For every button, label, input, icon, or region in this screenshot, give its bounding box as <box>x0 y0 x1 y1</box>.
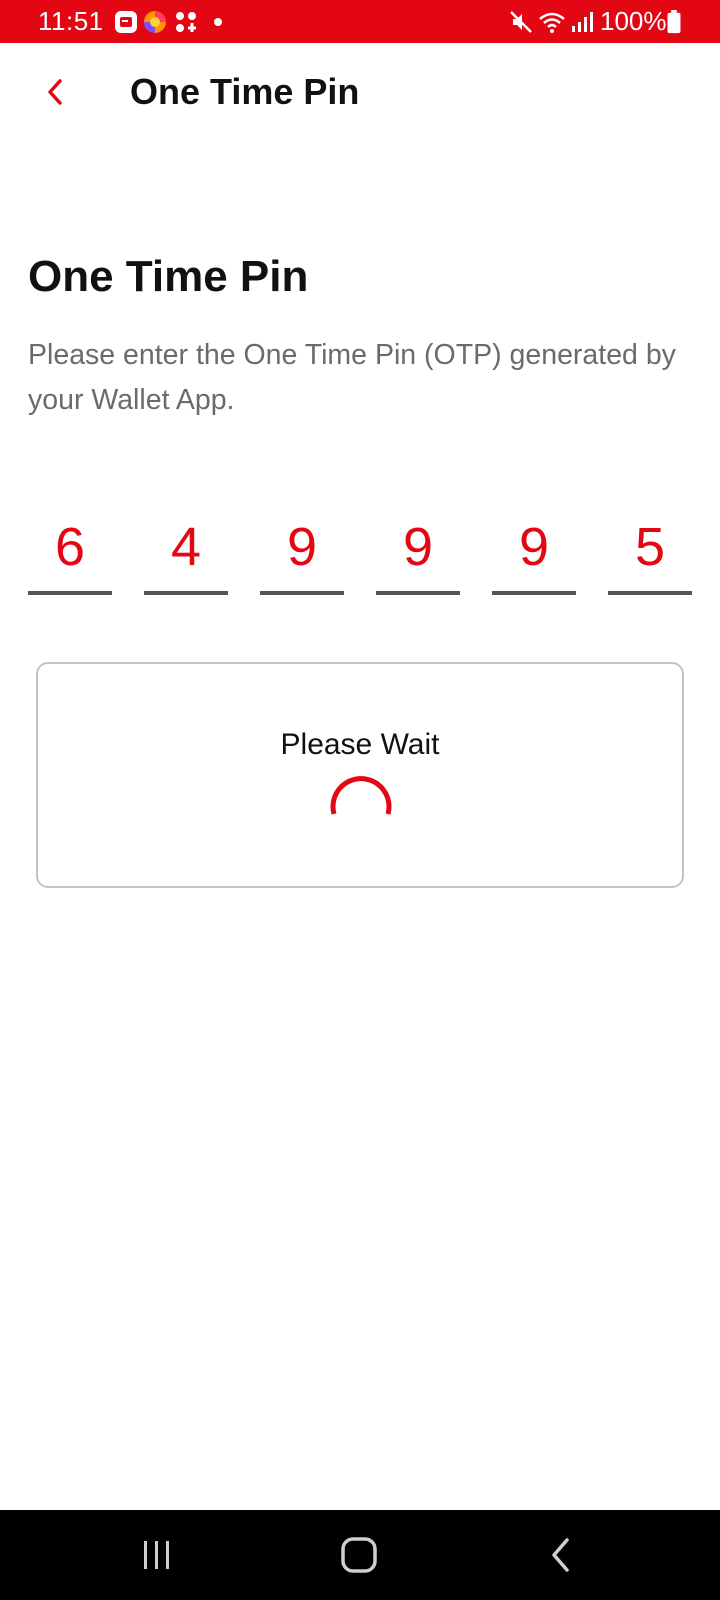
firefox-icon <box>144 11 166 33</box>
home-icon <box>341 1537 377 1573</box>
nav-back-button[interactable] <box>536 1532 586 1578</box>
wifi-icon <box>539 12 565 33</box>
page-heading: One Time Pin <box>28 252 309 301</box>
notification-app-icon <box>115 11 137 33</box>
otp-digit: 4 <box>170 517 202 577</box>
otp-description: Please enter the One Time Pin (OTP) gene… <box>28 339 676 416</box>
otp-digit: 9 <box>402 517 434 577</box>
otp-digit: 9 <box>518 517 550 577</box>
dot-icon <box>214 18 222 26</box>
mute-icon <box>510 11 532 33</box>
otp-underline <box>260 591 344 595</box>
signal-icon <box>572 12 593 32</box>
please-wait-dialog: Please Wait <box>36 662 684 888</box>
battery-icon <box>667 10 681 34</box>
otp-digit: 6 <box>54 517 86 577</box>
otp-digit-field-1[interactable]: 6 <box>28 515 112 597</box>
app-bar-title: One Time Pin <box>130 71 360 112</box>
chevron-left-icon <box>48 79 62 105</box>
otp-digit: 9 <box>286 517 318 577</box>
otp-underline <box>492 591 576 595</box>
otp-digit-field-3[interactable]: 9 <box>260 515 344 597</box>
battery-percent: 100% <box>600 6 667 36</box>
status-time: 11:51 <box>38 6 104 36</box>
recents-icon <box>144 1541 169 1569</box>
loading-spinner-icon <box>330 776 392 815</box>
app-bar: One Time Pin <box>0 43 720 153</box>
otp-digit-field-6[interactable]: 5 <box>608 515 692 597</box>
otp-underline <box>376 591 460 595</box>
otp-underline <box>608 591 692 595</box>
otp-underline <box>28 591 112 595</box>
please-wait-text: Please Wait <box>280 728 440 761</box>
otp-digit-field-4[interactable]: 9 <box>376 515 460 597</box>
apps-icon <box>176 12 196 32</box>
otp-digit-field-5[interactable]: 9 <box>492 515 576 597</box>
status-bar: 11:51 100% <box>0 0 720 43</box>
recents-button[interactable] <box>132 1532 182 1578</box>
home-button[interactable] <box>334 1532 384 1578</box>
system-nav-bar <box>0 1510 720 1600</box>
otp-digit: 5 <box>634 517 666 577</box>
otp-screen: 11:51 100% One Time Pin One Time Pin Ple… <box>0 0 720 1600</box>
back-button[interactable] <box>30 65 80 119</box>
otp-digit-field-2[interactable]: 4 <box>144 515 228 597</box>
otp-underline <box>144 591 228 595</box>
otp-input-row: 6 4 9 9 9 5 <box>28 515 692 597</box>
back-icon <box>552 1538 569 1572</box>
